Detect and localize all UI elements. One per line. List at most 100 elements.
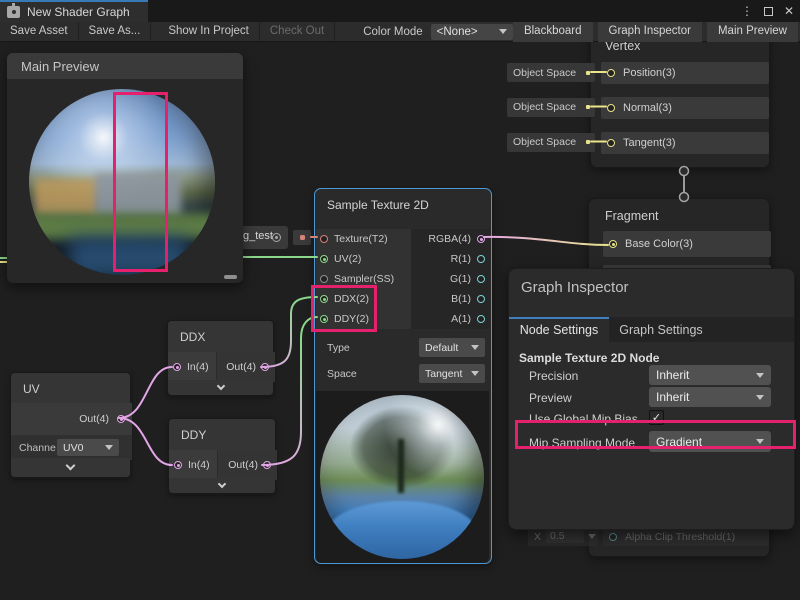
tab-node-settings[interactable]: Node Settings [509,317,609,342]
tree-trunk-reflection [398,439,404,493]
object-space-label-1: Object Space [513,67,576,79]
uv-out-row: Out(4) [11,403,132,435]
precision-dropdown[interactable]: Inherit [649,365,771,385]
position-label: Position(3) [623,67,676,79]
sample-preview-sphere [320,395,484,559]
chevron-down-icon [471,371,479,376]
save-as-button[interactable]: Save As... [79,22,152,42]
precision-value: Inherit [656,368,689,382]
b-output-port[interactable] [477,295,485,303]
window-maximize-icon[interactable] [764,7,773,16]
ddx-input-port[interactable] [320,295,328,303]
main-preview-panel[interactable]: Main Preview [7,53,243,283]
sample-texture-2d-node[interactable]: Sample Texture 2D Texture(T2) UV(2) Samp… [314,188,492,564]
object-space-pill-3[interactable]: Object Space [507,133,595,152]
sample-inputs-column: Texture(T2) UV(2) Sampler(SS) DDX(2) DDY… [316,229,411,329]
ddx-collapse-button[interactable] [168,380,273,395]
ddy-input-port[interactable] [320,315,328,323]
color-mode-dropdown[interactable]: <None> [431,24,513,40]
ddx-node-title: DDX [168,321,273,352]
main-preview-toggle[interactable]: Main Preview [707,22,798,42]
base-color-label: Base Color(3) [625,238,693,250]
ddx-in-port[interactable] [173,363,181,371]
chevron-down-icon [756,373,764,378]
inspector-tabs: Node Settings Graph Settings [509,317,794,342]
color-mode-label: Color Mode [363,26,422,38]
uv-input-label: UV(2) [334,253,361,265]
toolbar-right-group: Blackboard Graph Inspector Main Preview [513,22,800,42]
mip-mode-dropdown[interactable]: Gradient [649,431,771,452]
mip-bias-checkbox[interactable]: ✓ [649,410,664,425]
type-value: Default [425,342,458,354]
show-in-project-button[interactable]: Show In Project [158,22,260,42]
object-space-pill-2[interactable]: Object Space [507,98,595,117]
house-reflection-middle [95,173,181,217]
a-output-port[interactable] [477,315,485,323]
output-row-b: B(1) [411,289,490,309]
alpha-clip-label: Alpha Clip Threshold(1) [625,531,735,543]
ddy-node[interactable]: DDY In(4) Out(4) [168,418,276,494]
blackboard-toggle[interactable]: Blackboard [513,22,593,42]
ddx-node[interactable]: DDX In(4) Out(4) [167,320,274,396]
vertex-node[interactable]: Vertex Position(3) Normal(3) Tangent(3) [590,42,770,168]
sampler-input-label: Sampler(SS) [334,273,394,285]
tab-new-shader-graph[interactable]: New Shader Graph [0,0,148,22]
window-close-icon[interactable]: ✕ [784,2,794,20]
preview-dropdown[interactable]: Inherit [649,387,771,407]
save-asset-button[interactable]: Save Asset [0,22,79,42]
property-pill-output-stub[interactable] [293,230,311,245]
alpha-clip-port[interactable] [609,533,617,541]
window-menu-icon[interactable]: ⋮ [741,2,753,20]
uv-channel-dropdown[interactable]: UV0 [57,439,119,456]
b-output-label: B(1) [451,293,471,305]
tangent-label: Tangent(3) [623,137,676,149]
normal-port[interactable] [607,104,615,112]
r-output-port[interactable] [477,255,485,263]
rgba-output-port[interactable] [477,235,485,243]
uv-input-port[interactable] [320,255,328,263]
ddy-collapse-button[interactable] [169,478,275,493]
object-space-pill-1[interactable]: Object Space [507,63,595,82]
input-row-ddy: DDY(2) [316,309,411,329]
graph-canvas[interactable]: Vertex Position(3) Normal(3) Tangent(3) … [0,42,800,600]
space-dropdown[interactable]: Tangent [419,364,485,383]
sampler-input-port[interactable] [320,275,328,283]
window-tab-bar: New Shader Graph ⋮ ✕ [0,0,800,22]
ddx-out-port[interactable] [261,363,269,371]
alpha-value-field[interactable]: 0.5 [546,530,584,543]
uv-out-port[interactable] [117,415,125,423]
g-output-port[interactable] [477,275,485,283]
mip-bias-label: Use Global Mip Bias [529,412,638,426]
inspector-section-title: Sample Texture 2D Node [519,351,659,365]
shader-graph-window: New Shader Graph ⋮ ✕ Save Asset Save As.… [0,0,800,600]
chevron-down-icon [66,461,76,471]
main-preview-title: Main Preview [7,53,243,79]
shader-graph-icon [7,6,20,18]
position-port[interactable] [607,69,615,77]
chevron-down-icon [756,395,764,400]
main-preview-sphere [29,89,215,275]
graph-inspector-panel[interactable]: Graph Inspector Node Settings Graph Sett… [508,268,795,530]
ddx-input-label: DDX(2) [334,293,369,305]
inspector-title: Graph Inspector [521,279,629,296]
sample-node-preview [316,391,489,563]
ddx-in-box: In(4) [168,352,216,382]
r-output-label: R(1) [451,253,471,265]
graph-inspector-toggle[interactable]: Graph Inspector [598,22,702,42]
window-controls: ⋮ ✕ [741,2,794,20]
type-dropdown[interactable]: Default [419,338,485,357]
ddy-out-port[interactable] [263,461,271,469]
toolbar: Save Asset Save As... Show In Project Ch… [0,22,800,42]
uv-collapse-button[interactable] [11,458,130,477]
base-color-port[interactable] [609,240,617,248]
texture-input-port[interactable] [320,235,328,243]
tangent-port[interactable] [607,139,615,147]
tab-graph-settings[interactable]: Graph Settings [609,317,713,342]
resize-handle[interactable] [224,275,237,279]
color-mode-value: <None> [437,26,478,38]
ddy-in-port[interactable] [174,461,182,469]
alpha-axis-label: X [534,531,541,543]
maximize-glyph [764,7,773,16]
input-row-uv: UV(2) [316,249,411,269]
uv-node[interactable]: UV Out(4) Channe UV0 [10,372,131,478]
